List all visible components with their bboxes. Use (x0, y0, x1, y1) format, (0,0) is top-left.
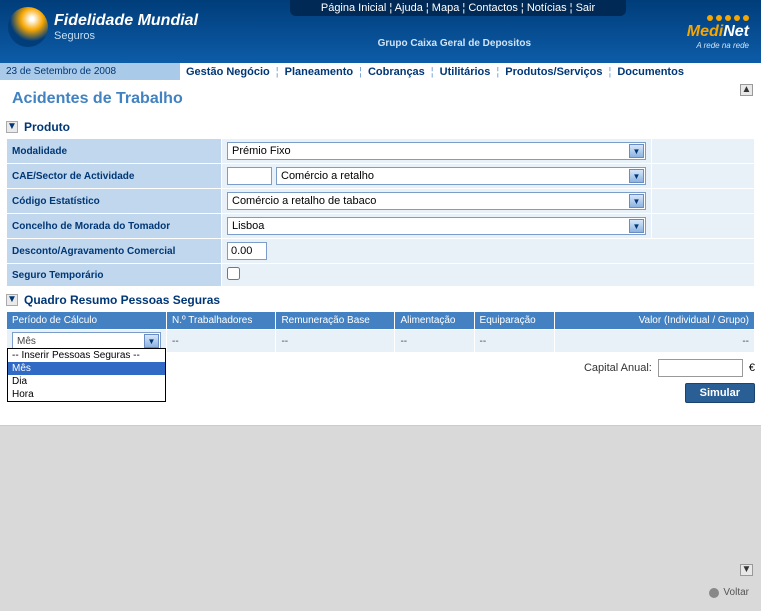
col-equiparacao: Equiparação (474, 312, 554, 330)
collapse-icon[interactable]: ▼ (6, 294, 18, 306)
col-periodo: Período de Cálculo (7, 312, 167, 330)
codigo-label: Código Estatístico (7, 189, 222, 214)
nav-sep: ¦ (389, 2, 392, 14)
desconto-input[interactable] (227, 242, 267, 260)
voltar-link[interactable]: Voltar (709, 587, 749, 598)
capital-anual-label: Capital Anual: (584, 362, 652, 374)
dropdown-arrow-icon: ▼ (629, 194, 644, 208)
voltar-icon (709, 588, 719, 598)
codigo-estatistico-select[interactable]: Comércio a retalho de tabaco ▼ (227, 192, 646, 210)
modalidade-label: Modalidade (7, 139, 222, 164)
nav-ajuda[interactable]: Ajuda (395, 2, 423, 14)
cae-code-input[interactable] (227, 167, 272, 185)
col-valor: Valor (Individual / Grupo) (555, 312, 755, 330)
nav-produtos-servicos[interactable]: Produtos/Serviços (499, 66, 608, 78)
grupo-text: Grupo Caixa Geral de Depositos (378, 38, 531, 49)
main-content: ▲ Acidentes de Trabalho ▼ Produto Modali… (0, 80, 761, 425)
top-nav: Página Inicial ¦ Ajuda ¦ Mapa ¦ Contacto… (290, 0, 626, 16)
euro-symbol: € (749, 362, 755, 374)
cell-equiparacao: -- (474, 330, 554, 353)
nav-sep: ¦ (521, 2, 524, 14)
produto-form: Modalidade Prémio Fixo ▼ CAE/Sector de A… (6, 138, 755, 287)
section-produto-header: ▼ Produto (6, 120, 755, 134)
voltar-label: Voltar (723, 587, 749, 598)
medinet-logo-part1: Medi (687, 23, 723, 40)
nav-gestao-negocio[interactable]: Gestão Negócio (180, 66, 276, 78)
scroll-up-icon[interactable]: ▲ (740, 84, 753, 96)
nav-sair[interactable]: Sair (576, 2, 596, 14)
nav-documentos[interactable]: Documentos (611, 66, 690, 78)
collapse-icon[interactable]: ▼ (6, 121, 18, 133)
cae-label: CAE/Sector de Actividade (7, 164, 222, 189)
periodo-cell: Mês ▼ -- Inserir Pessoas Seguras -- Mês … (7, 330, 167, 353)
medinet-brand: MediNet A rede na rede (687, 15, 749, 50)
nav-sep: ¦ (462, 2, 465, 14)
brand-subtitle: Seguros (54, 30, 198, 42)
empty-cell (652, 164, 755, 189)
cell-trabalhadores: -- (167, 330, 276, 353)
quadro-grid: Período de Cálculo N.º Trabalhadores Rem… (6, 311, 755, 353)
nav-cobrancas[interactable]: Cobranças (362, 66, 431, 78)
section-produto-label: Produto (24, 120, 70, 134)
section-quadro-label: Quadro Resumo Pessoas Seguras (24, 293, 220, 307)
dropdown-option-mes[interactable]: Mês (8, 362, 165, 375)
cell-valor: -- (555, 330, 755, 353)
nav-pagina-inicial[interactable]: Página Inicial (321, 2, 386, 14)
empty-cell (652, 189, 755, 214)
table-row: Mês ▼ -- Inserir Pessoas Seguras -- Mês … (7, 330, 755, 353)
dropdown-arrow-icon: ▼ (629, 169, 644, 183)
nav-planeamento[interactable]: Planeamento (279, 66, 359, 78)
cae-sector-select[interactable]: Comércio a retalho ▼ (276, 167, 646, 185)
page-title: Acidentes de Trabalho (12, 90, 755, 108)
concelho-label: Concelho de Morada do Tomador (7, 214, 222, 239)
section-quadro-header: ▼ Quadro Resumo Pessoas Seguras (6, 293, 755, 307)
app-header: Fidelidade Mundial Seguros Página Inicia… (0, 0, 761, 63)
col-remuneracao: Remuneração Base (276, 312, 395, 330)
nav-sep: ¦ (570, 2, 573, 14)
scroll-down-icon[interactable]: ▼ (740, 564, 753, 576)
capital-anual-input[interactable] (658, 359, 743, 377)
desconto-label: Desconto/Agravamento Comercial (7, 239, 222, 264)
nav-contactos[interactable]: Contactos (468, 2, 518, 14)
medinet-dots-icon (687, 15, 749, 21)
modalidade-value: Prémio Fixo (232, 145, 291, 157)
brand-logo-icon (8, 7, 48, 47)
codigo-value: Comércio a retalho de tabaco (232, 195, 376, 207)
date-nav-bar: 23 de Setembro de 2008 Gestão Negócio ¦ … (0, 63, 761, 80)
empty-cell (652, 139, 755, 164)
footer-area: ▼ Voltar (0, 425, 761, 600)
col-alimentacao: Alimentação (395, 312, 474, 330)
concelho-value: Lisboa (232, 220, 264, 232)
empty-cell (652, 214, 755, 239)
periodo-dropdown: -- Inserir Pessoas Seguras -- Mês Dia Ho… (7, 348, 166, 402)
dropdown-option-header[interactable]: -- Inserir Pessoas Seguras -- (8, 349, 165, 362)
nav-noticias[interactable]: Notícias (527, 2, 567, 14)
current-date: 23 de Setembro de 2008 (0, 66, 180, 77)
periodo-value: Mês (17, 336, 36, 347)
cae-sector-value: Comércio a retalho (281, 170, 374, 182)
dropdown-option-hora[interactable]: Hora (8, 388, 165, 401)
modalidade-select[interactable]: Prémio Fixo ▼ (227, 142, 646, 160)
col-trabalhadores: N.º Trabalhadores (167, 312, 276, 330)
nav-mapa[interactable]: Mapa (432, 2, 460, 14)
nav-utilitarios[interactable]: Utilitários (434, 66, 497, 78)
dropdown-arrow-icon: ▼ (629, 219, 644, 233)
dropdown-arrow-icon: ▼ (144, 334, 159, 348)
seguro-temp-label: Seguro Temporário (7, 264, 222, 287)
medinet-tagline: A rede na rede (687, 41, 749, 50)
nav-sep: ¦ (426, 2, 429, 14)
brand-logo: Fidelidade Mundial Seguros (8, 7, 198, 47)
seguro-temp-checkbox[interactable] (227, 267, 240, 280)
simular-button[interactable]: Simular (685, 383, 755, 403)
concelho-select[interactable]: Lisboa ▼ (227, 217, 646, 235)
dropdown-option-dia[interactable]: Dia (8, 375, 165, 388)
dropdown-arrow-icon: ▼ (629, 144, 644, 158)
cell-alimentacao: -- (395, 330, 474, 353)
cell-remuneracao: -- (276, 330, 395, 353)
brand-title: Fidelidade Mundial (54, 12, 198, 30)
main-nav: Gestão Negócio ¦ Planeamento ¦ Cobranças… (180, 63, 761, 80)
medinet-logo-part2: Net (723, 23, 749, 40)
